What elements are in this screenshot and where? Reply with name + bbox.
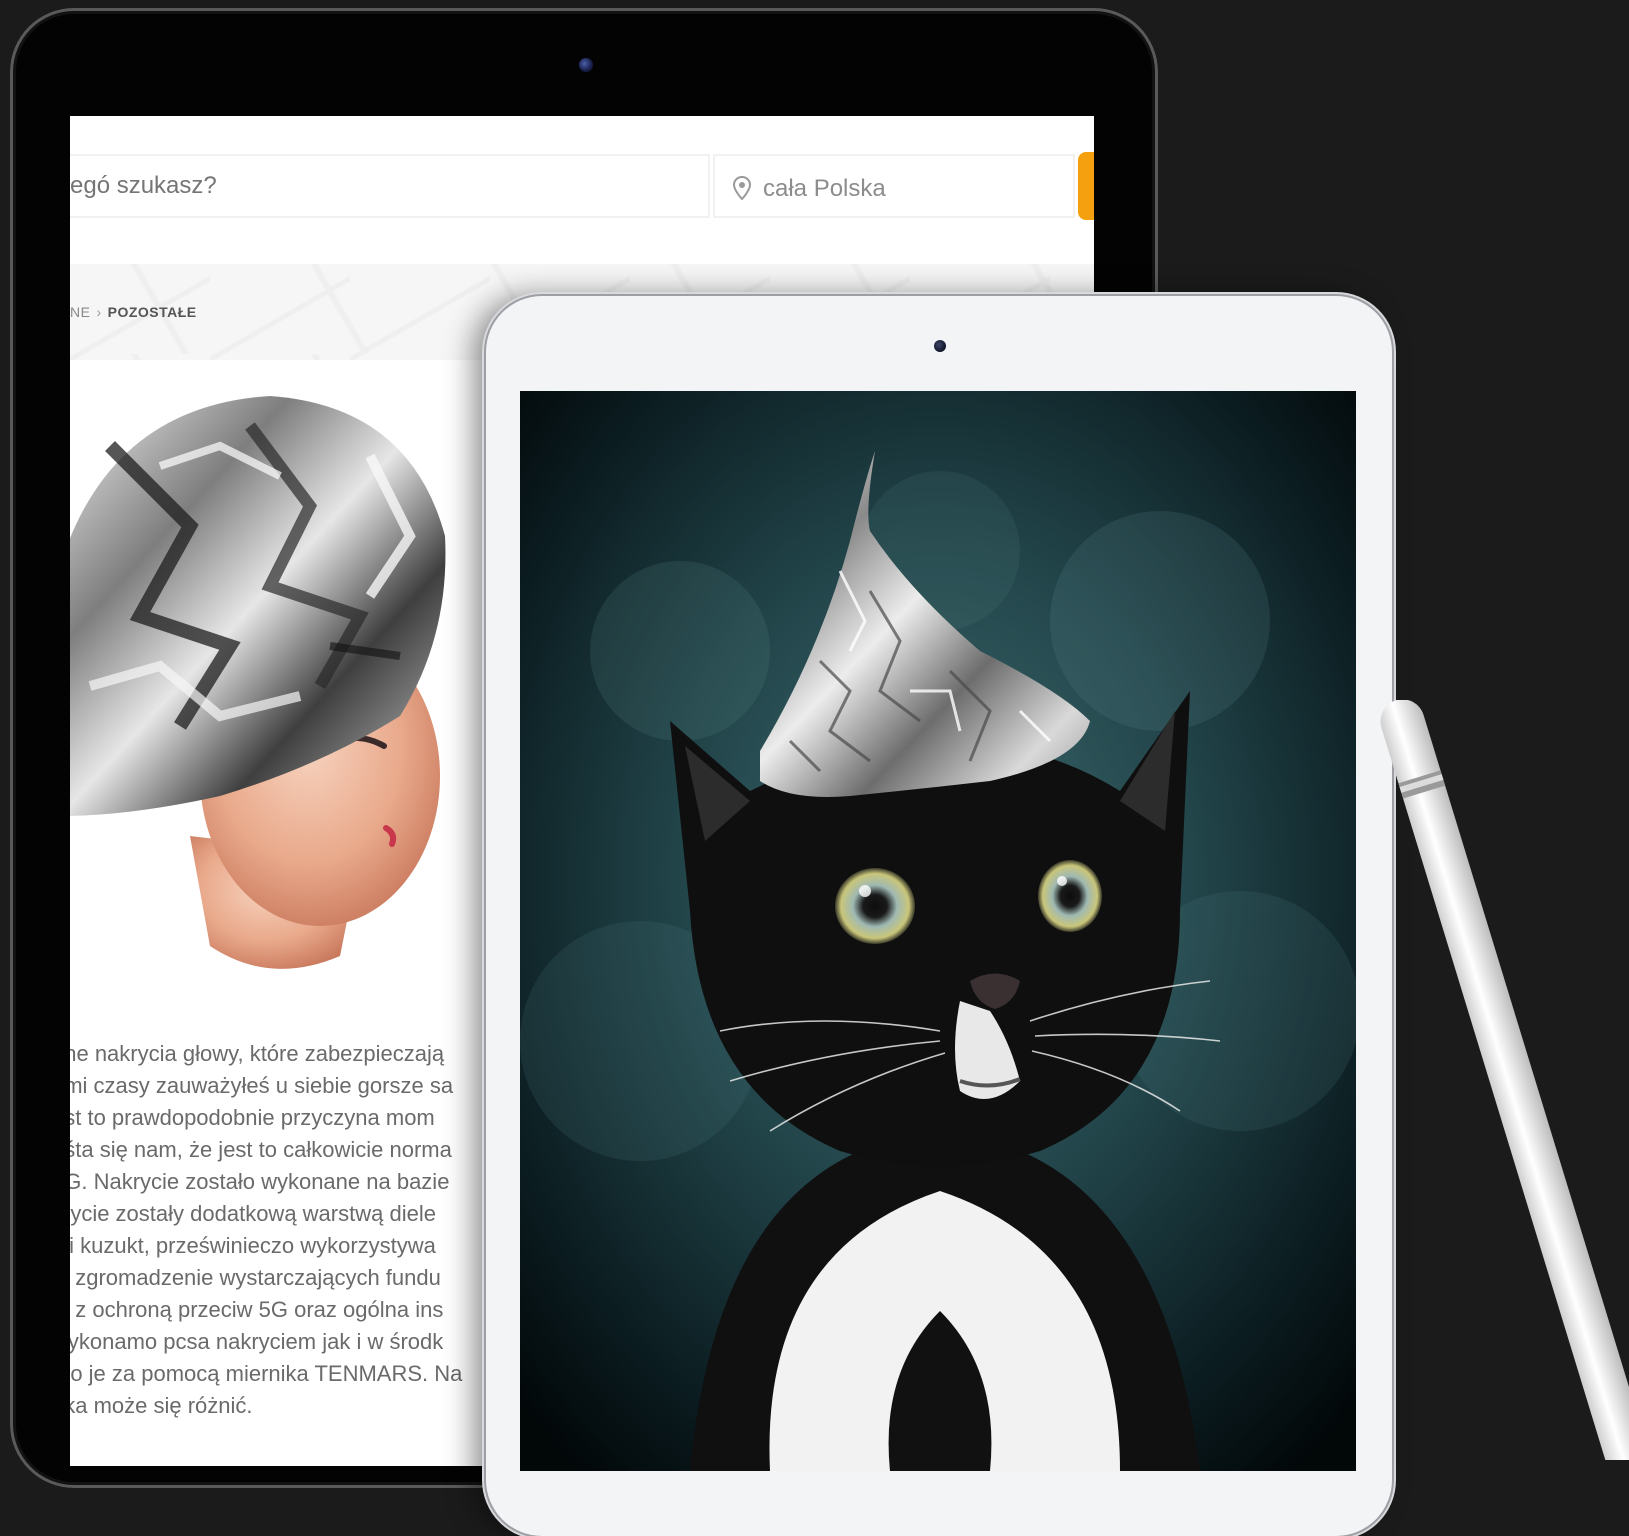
breadcrumb-separator: ›	[96, 304, 102, 320]
location-field[interactable]: cała Polska	[713, 154, 1075, 218]
search-input[interactable]	[70, 154, 710, 218]
breadcrumb-item-current[interactable]: POZOSTAŁE	[108, 304, 197, 320]
breadcrumb: NE › POZOSTAŁE	[70, 304, 197, 320]
stylus-pen	[1380, 700, 1629, 1460]
search-button[interactable]	[1078, 152, 1094, 220]
back-tablet-camera	[579, 58, 593, 72]
location-pin-icon	[733, 176, 751, 200]
product-photo	[70, 396, 446, 969]
breadcrumb-item[interactable]: NE	[70, 304, 90, 320]
front-tablet-screen	[520, 391, 1356, 1471]
search-bar: cała Polska	[70, 152, 1094, 222]
location-label: cała Polska	[763, 175, 886, 202]
cat-with-foil-hat-photo	[520, 391, 1356, 1471]
front-tablet-camera	[934, 340, 946, 352]
